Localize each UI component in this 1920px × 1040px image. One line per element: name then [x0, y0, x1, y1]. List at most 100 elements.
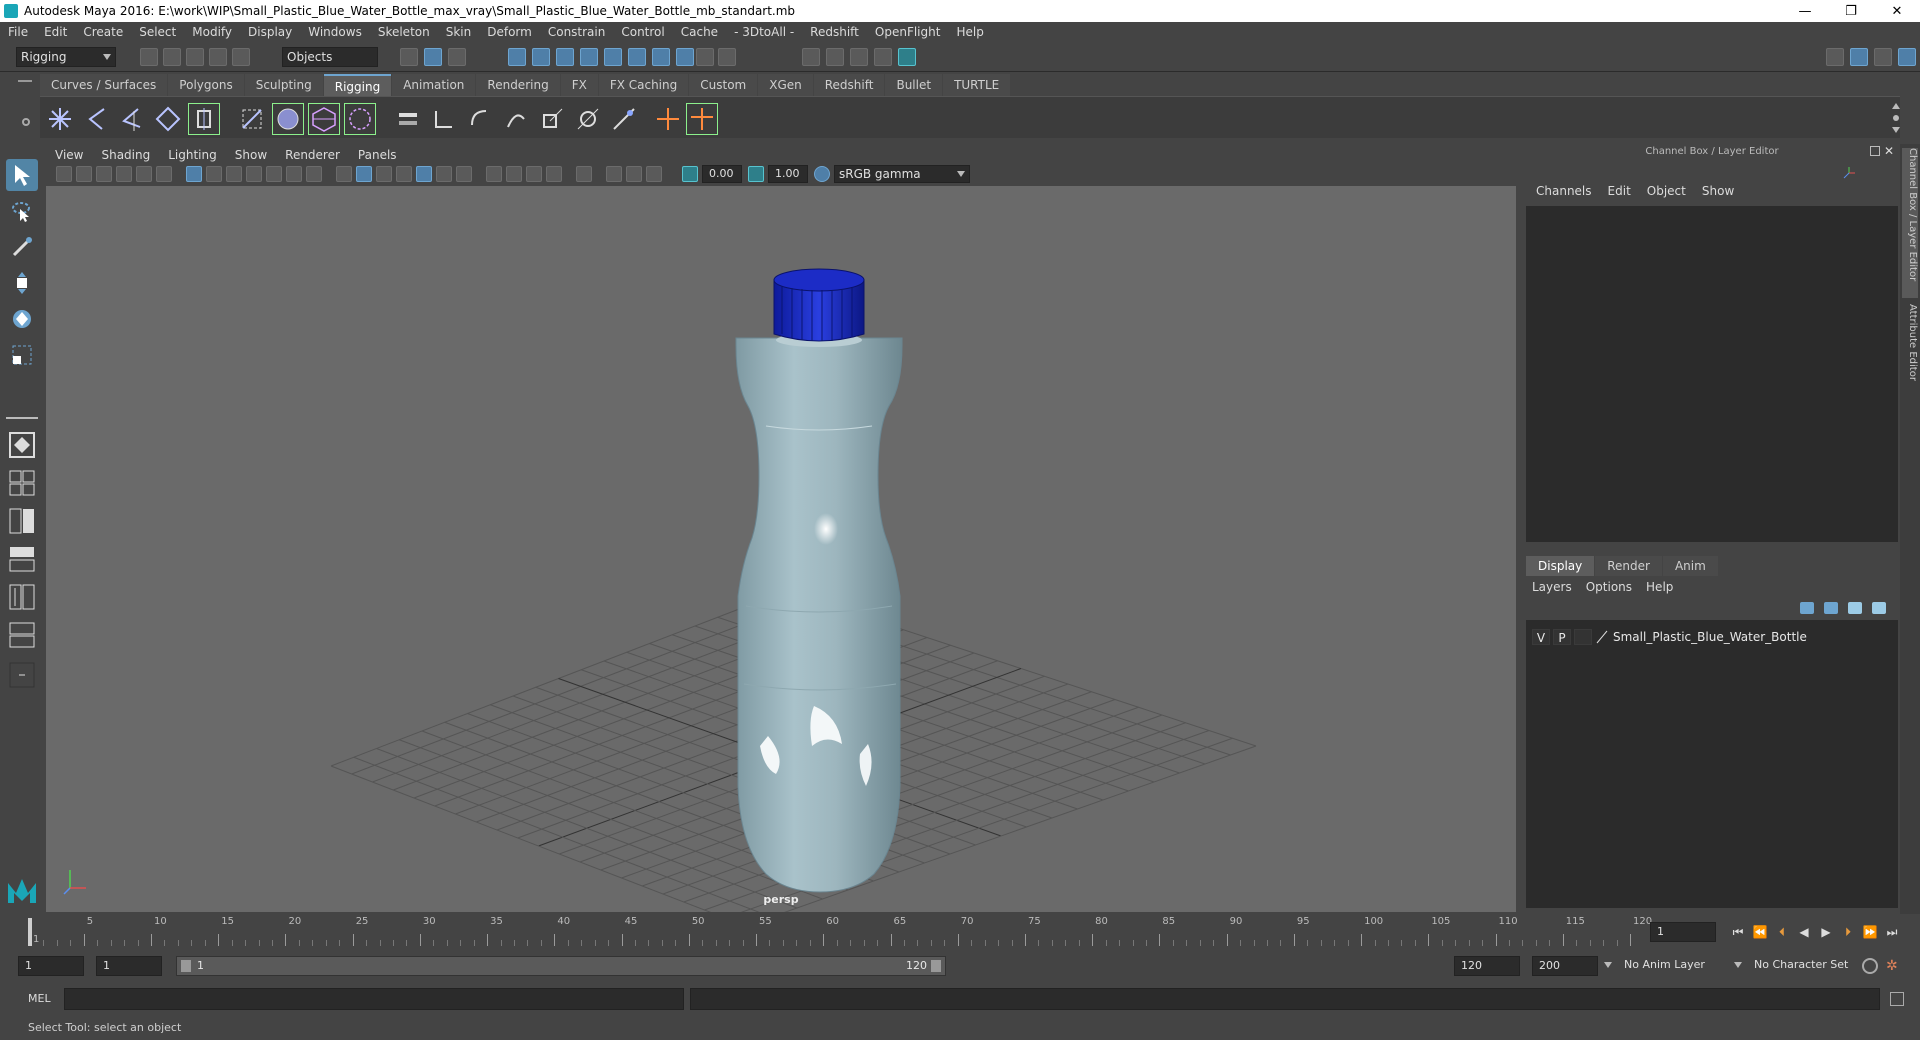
safe-title-icon[interactable] [306, 166, 322, 182]
go-to-start-icon[interactable]: ⏮ [1730, 924, 1746, 940]
menu-select[interactable]: Select [131, 25, 184, 39]
scroll-up-icon[interactable] [1892, 103, 1900, 109]
graph-editor-layout-icon[interactable] [6, 581, 38, 613]
mirror-joint-icon[interactable] [188, 103, 220, 135]
grid-toggle-icon[interactable] [186, 166, 202, 182]
shelf-tab-fx-caching[interactable]: FX Caching [598, 74, 689, 96]
input-output-icon[interactable] [718, 48, 736, 66]
ik-handle-icon[interactable] [80, 103, 112, 135]
shelf-tab-curves-surfaces[interactable]: Curves / Surfaces [40, 74, 168, 96]
render-frame-icon[interactable] [826, 48, 844, 66]
hypershade-layout-icon[interactable] [6, 619, 38, 651]
new-scene-icon[interactable] [140, 48, 158, 66]
playback-range-bar[interactable]: 1 120 [176, 956, 946, 976]
range-end-handle[interactable] [931, 960, 941, 972]
move-layer-down-icon[interactable] [1824, 602, 1838, 614]
select-by-object-icon[interactable] [424, 48, 442, 66]
cb-menu-object[interactable]: Object [1639, 184, 1694, 198]
shadows-icon[interactable] [456, 166, 472, 182]
rotate-tool-icon[interactable] [6, 303, 38, 335]
panel-menu-shading[interactable]: Shading [92, 148, 159, 162]
close-button[interactable]: ✕ [1874, 0, 1920, 22]
new-layer-from-selection-icon[interactable] [1872, 602, 1886, 614]
step-back-frame-icon[interactable]: ⏪ [1752, 924, 1768, 940]
two-view-layout-icon[interactable] [6, 505, 38, 537]
screen-space-ao-icon[interactable] [486, 166, 502, 182]
workspace-modeling-icon[interactable] [1826, 48, 1844, 66]
layer-menu-options[interactable]: Options [1586, 580, 1640, 594]
locator-icon[interactable] [652, 103, 684, 135]
open-scene-icon[interactable] [163, 48, 181, 66]
go-to-end-icon[interactable]: ⏭ [1884, 924, 1900, 940]
xray-joints-icon[interactable] [646, 166, 662, 182]
use-all-lights-icon[interactable] [436, 166, 452, 182]
layer-menu-layers[interactable]: Layers [1532, 580, 1580, 594]
menu-display[interactable]: Display [240, 25, 300, 39]
point-constraint-icon[interactable] [392, 103, 424, 135]
outliner-persp-layout-icon[interactable] [6, 543, 38, 575]
tangent-constraint-icon[interactable] [608, 103, 640, 135]
film-gate-icon[interactable] [206, 166, 222, 182]
menu-constrain[interactable]: Constrain [540, 25, 614, 39]
float-panel-icon[interactable] [1870, 146, 1880, 156]
menu-create[interactable]: Create [75, 25, 131, 39]
step-forward-frame-icon[interactable]: ⏩ [1862, 924, 1878, 940]
bind-skin-icon[interactable] [236, 103, 268, 135]
layer-row[interactable]: V P Small_Plastic_Blue_Water_Bottle [1532, 628, 1807, 646]
shelf-tab-fx[interactable]: FX [560, 74, 598, 96]
exposure-icon[interactable] [682, 166, 698, 182]
motion-blur-icon[interactable] [506, 166, 522, 182]
orient-constraint-icon[interactable] [464, 103, 496, 135]
close-panel-icon[interactable]: ✕ [1884, 144, 1894, 158]
ipr-render-icon[interactable] [850, 48, 868, 66]
joint-tool-icon[interactable] [44, 103, 76, 135]
perspective-viewport[interactable]: persp [46, 186, 1516, 912]
smooth-bind-icon[interactable] [272, 103, 304, 135]
view-transform-dropdown[interactable]: sRGB gamma [834, 165, 970, 183]
cb-menu-channels[interactable]: Channels [1528, 184, 1600, 198]
history-icon[interactable] [652, 48, 670, 66]
lock-icon[interactable] [696, 48, 714, 66]
shelf-tab-xgen[interactable]: XGen [758, 74, 813, 96]
menu-3dtoall[interactable]: - 3DtoAll - [726, 25, 802, 39]
shelf-tab-custom[interactable]: Custom [689, 74, 758, 96]
redo-icon[interactable] [232, 48, 250, 66]
four-view-layout-icon[interactable] [6, 467, 38, 499]
anim-layer-dropdown[interactable]: No Anim Layer [1618, 956, 1740, 976]
chevron-down-icon[interactable] [1604, 962, 1612, 968]
insert-joint-icon[interactable] [152, 103, 184, 135]
menu-cache[interactable]: Cache [673, 25, 726, 39]
scale-tool-icon[interactable] [6, 339, 38, 371]
panel-menu-renderer[interactable]: Renderer [276, 148, 349, 162]
shelf-menu-icon[interactable] [18, 80, 32, 82]
shelf-tab-redshift[interactable]: Redshift [813, 74, 885, 96]
menu-windows[interactable]: Windows [300, 25, 370, 39]
play-backwards-icon[interactable]: ◀ [1796, 924, 1812, 940]
animation-preferences-icon[interactable]: ✲ [1886, 958, 1902, 974]
smooth-shade-icon[interactable] [356, 166, 372, 182]
cluster-icon[interactable] [344, 103, 376, 135]
menu-file[interactable]: File [0, 25, 36, 39]
aim-constraint-icon[interactable] [428, 103, 460, 135]
select-tool-icon[interactable] [6, 159, 38, 191]
layer-tab-render[interactable]: Render [1595, 556, 1662, 576]
shelf-options-icon[interactable] [22, 118, 30, 126]
side-tab-attribute-editor[interactable]: Attribute Editor [1902, 304, 1918, 404]
save-scene-icon[interactable] [186, 48, 204, 66]
layer-visibility-toggle[interactable]: V [1532, 629, 1550, 645]
shelf-tab-bullet[interactable]: Bullet [885, 74, 943, 96]
toolbox-more-icon[interactable] [6, 659, 38, 691]
layer-menu-help[interactable]: Help [1646, 580, 1681, 594]
channel-box-toggle-icon[interactable] [1898, 48, 1916, 66]
snap-view-plane-icon[interactable] [580, 48, 598, 66]
cb-menu-show[interactable]: Show [1694, 184, 1742, 198]
script-editor-icon[interactable] [1890, 992, 1904, 1006]
animation-start-field[interactable]: 1 [18, 956, 84, 976]
undo-icon[interactable] [209, 48, 227, 66]
render-view-icon[interactable] [802, 48, 820, 66]
channel-box-area[interactable] [1526, 206, 1898, 542]
ik-spline-icon[interactable] [116, 103, 148, 135]
parent-constraint-icon[interactable] [500, 103, 532, 135]
layer-tab-display[interactable]: Display [1526, 556, 1595, 576]
menu-control[interactable]: Control [613, 25, 672, 39]
